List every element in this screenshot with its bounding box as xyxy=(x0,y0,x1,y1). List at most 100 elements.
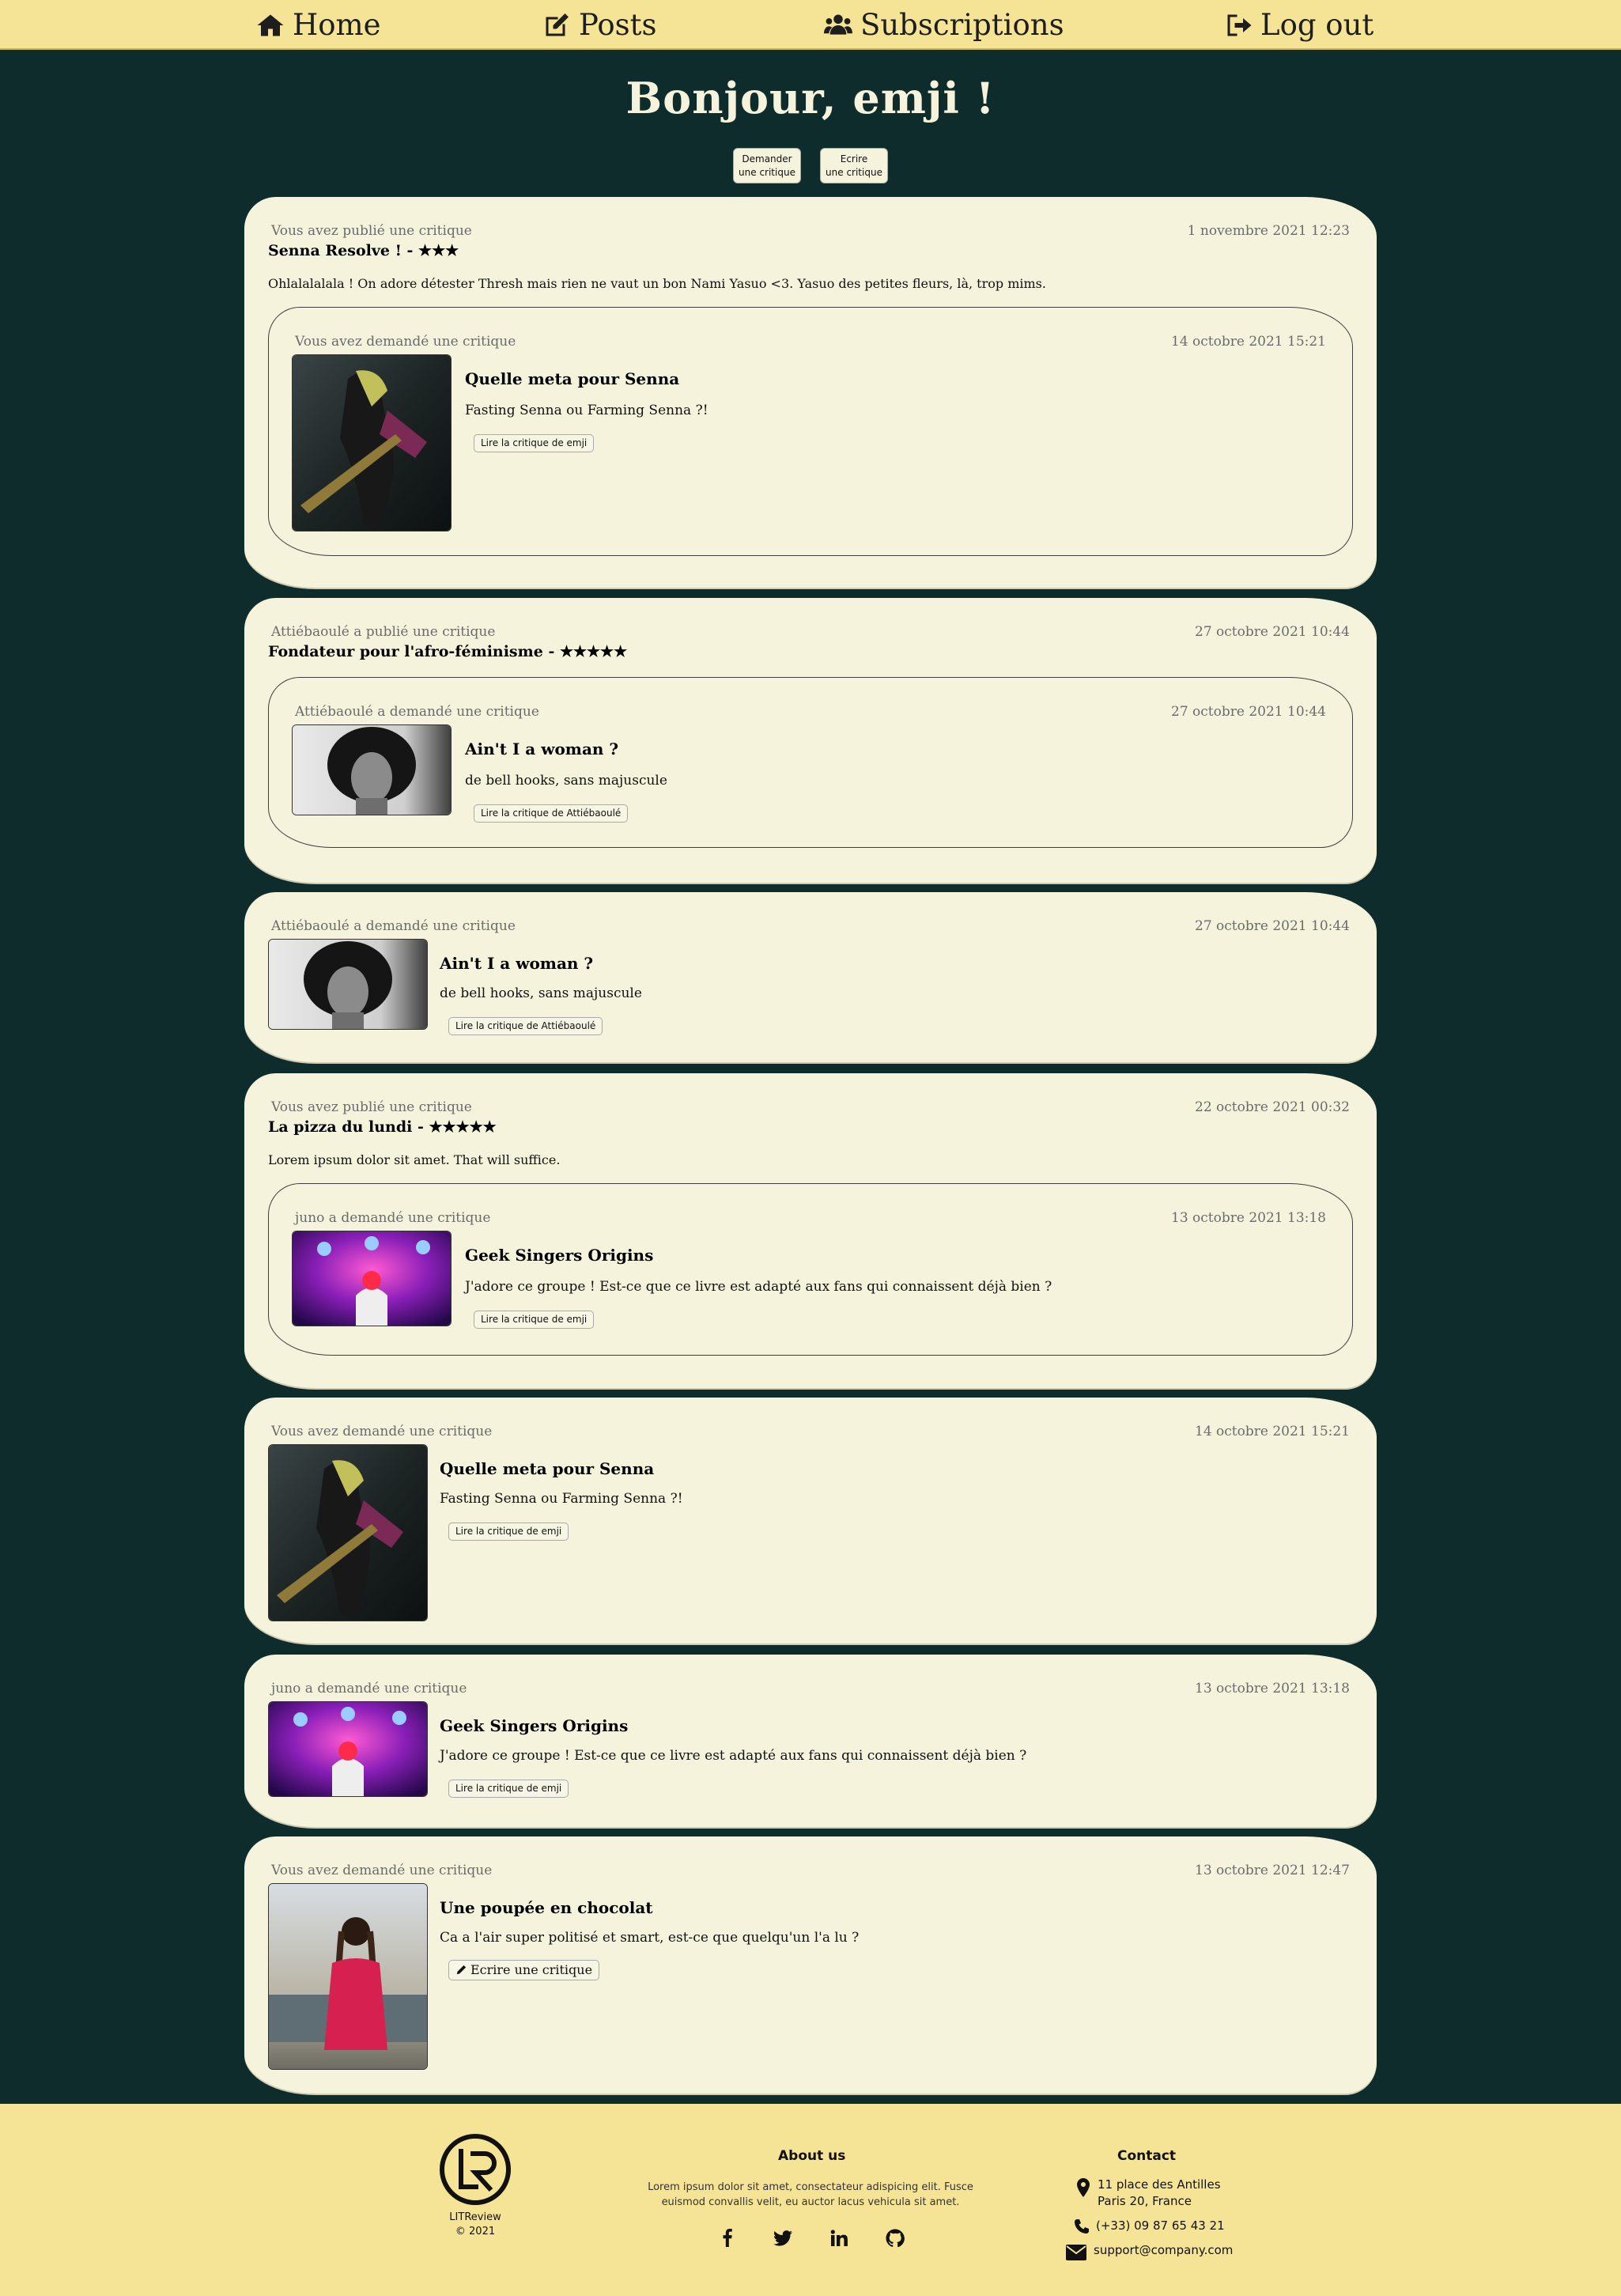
ticket-cover-image xyxy=(292,1231,452,1326)
post-author-line: Vous avez demandé une critique xyxy=(271,1863,493,1878)
ticket-post-7: Vous avez demandé une critique 13 octobr… xyxy=(244,1836,1377,2094)
pencil-icon xyxy=(456,1965,467,1975)
ticket-post-6: juno a demandé une critique 13 octobre 2… xyxy=(244,1655,1377,1827)
nav-logout-link[interactable]: Log out xyxy=(1224,0,1374,50)
request-line1: Demander xyxy=(742,153,792,165)
about-line-1: Lorem ipsum dolor sit amet, consectateur… xyxy=(648,2181,973,2193)
envelope-icon xyxy=(1066,2245,1086,2260)
rating-stars: ★★★★★ xyxy=(429,1118,497,1136)
twitter-icon[interactable] xyxy=(773,2230,792,2246)
nav-home-label: Home xyxy=(293,8,381,42)
litreview-logo xyxy=(440,2134,511,2205)
post-author-line: Vous avez publié une critique xyxy=(271,223,472,239)
phone-icon xyxy=(1075,2219,1089,2234)
ticket-title: Quelle meta pour Senna xyxy=(440,1459,655,1478)
write-line1: Ecrire xyxy=(840,153,868,165)
request-review-button[interactable]: Demander une critique xyxy=(733,148,801,183)
ticket-box: Vous avez demandé une critique 14 octobr… xyxy=(268,307,1353,556)
ticket-date: 27 octobre 2021 10:44 xyxy=(1171,704,1326,720)
footer: LITReview © 2021 About us Lorem ipsum do… xyxy=(0,2104,1621,2296)
ticket-cover-image xyxy=(268,1701,428,1797)
ticket-cover-image xyxy=(268,1444,428,1621)
sign-out-icon xyxy=(1227,14,1252,36)
ticket-title: Quelle meta pour Senna xyxy=(465,369,680,388)
read-review-button[interactable]: Lire la critique de Attiébaoulé xyxy=(448,1017,603,1035)
ticket-title: Geek Singers Origins xyxy=(465,1246,654,1265)
nav-posts-label: Posts xyxy=(579,8,657,42)
ticket-description: Fasting Senna ou Farming Senna ?! xyxy=(465,403,708,418)
map-marker-icon xyxy=(1077,2178,1090,2197)
nav-posts-link[interactable]: Posts xyxy=(542,0,657,50)
ticket-cover-image xyxy=(268,1883,428,2070)
ticket-description: Ca a l'air super politisé et smart, est-… xyxy=(440,1930,860,1946)
review-body: Lorem ipsum dolor sit amet. That will su… xyxy=(268,1152,561,1167)
post-author-line: Vous avez publié une critique xyxy=(271,1099,472,1115)
read-review-button[interactable]: Lire la critique de emji xyxy=(448,1522,569,1541)
review-post-1: Vous avez publié une critique 1 novembre… xyxy=(244,197,1377,588)
post-date: 22 octobre 2021 00:32 xyxy=(1195,1099,1350,1115)
review-headline: Fondateur pour l'afro-féminisme - ★★★★★ xyxy=(268,643,627,660)
ticket-date: 13 octobre 2021 13:18 xyxy=(1171,1210,1326,1226)
facebook-icon[interactable] xyxy=(722,2228,733,2247)
ticket-author-line: Vous avez demandé une critique xyxy=(295,334,516,350)
review-headline: La pizza du lundi - ★★★★★ xyxy=(268,1118,497,1136)
users-icon xyxy=(824,14,852,35)
post-date: 1 novembre 2021 12:23 xyxy=(1187,223,1350,239)
ticket-cover-image xyxy=(292,724,452,815)
review-post-4: Vous avez publié une critique 22 octobre… xyxy=(244,1073,1377,1388)
ticket-post-5: Vous avez demandé une critique 14 octobr… xyxy=(244,1398,1377,1644)
phone-number: (+33) 09 87 65 43 21 xyxy=(1096,2218,1225,2233)
write-line2: une critique xyxy=(826,166,882,178)
footer-brand: LITReview xyxy=(449,2211,501,2223)
post-date: 13 octobre 2021 13:18 xyxy=(1195,1681,1350,1696)
nav-home-link[interactable]: Home xyxy=(256,0,381,50)
review-headline-text: Senna Resolve ! - xyxy=(268,242,414,259)
top-navbar: Home Posts Subscriptions Log out xyxy=(0,0,1621,50)
ticket-title: Une poupée en chocolat xyxy=(440,1898,653,1917)
review-headline: Senna Resolve ! - ★★★ xyxy=(268,242,459,259)
review-body: Ohlalalalala ! On adore détester Thresh … xyxy=(268,276,1046,291)
read-review-button[interactable]: Lire la critique de emji xyxy=(448,1780,569,1798)
nav-logout-label: Log out xyxy=(1260,8,1374,42)
ticket-cover-image xyxy=(268,939,428,1030)
edit-icon xyxy=(546,13,569,36)
nav-subscriptions-link[interactable]: Subscriptions xyxy=(824,0,1064,50)
ticket-title: Geek Singers Origins xyxy=(440,1716,629,1735)
write-review-button[interactable]: Ecrire une critique xyxy=(820,148,888,183)
ticket-box: Attiébaoulé a demandé une critique 27 oc… xyxy=(268,677,1353,848)
about-title: About us xyxy=(778,2148,846,2164)
read-review-button[interactable]: Lire la critique de Attiébaoulé xyxy=(474,804,629,823)
post-author-line: Vous avez demandé une critique xyxy=(271,1424,493,1439)
linkedin-icon[interactable] xyxy=(830,2230,848,2247)
write-review-button[interactable]: Ecrire une critique xyxy=(448,1960,600,1980)
ticket-date: 14 octobre 2021 15:21 xyxy=(1171,334,1326,350)
support-email[interactable]: support@company.com xyxy=(1094,2242,1233,2258)
rating-stars: ★★★ xyxy=(418,242,459,259)
about-line-2: euismod convallis velit, eu auctor lacus… xyxy=(661,2196,960,2208)
post-date: 27 octobre 2021 10:44 xyxy=(1195,918,1350,934)
home-icon xyxy=(257,14,284,36)
read-review-button[interactable]: Lire la critique de emji xyxy=(474,434,595,452)
contact-title: Contact xyxy=(1117,2148,1177,2164)
post-date: 13 octobre 2021 12:47 xyxy=(1195,1863,1350,1878)
ticket-cover-image xyxy=(292,354,452,531)
ticket-description: J'adore ce groupe ! Est-ce que ce livre … xyxy=(465,1279,1052,1295)
post-author-line: Attiébaoulé a publié une critique xyxy=(271,624,496,640)
ticket-author-line: juno a demandé une critique xyxy=(295,1210,491,1226)
github-icon[interactable] xyxy=(886,2229,905,2248)
review-post-2: Attiébaoulé a publié une critique 27 oct… xyxy=(244,598,1377,883)
ticket-description: de bell hooks, sans majuscule xyxy=(440,985,642,1001)
ticket-description: J'adore ce groupe ! Est-ce que ce livre … xyxy=(440,1748,1027,1764)
post-author-line: juno a demandé une critique xyxy=(271,1681,467,1696)
post-date: 14 octobre 2021 15:21 xyxy=(1195,1424,1350,1439)
post-date: 27 octobre 2021 10:44 xyxy=(1195,624,1350,640)
nav-subscriptions-label: Subscriptions xyxy=(860,8,1064,42)
address-line-1: 11 place des Antilles xyxy=(1098,2177,1221,2192)
ticket-author-line: Attiébaoulé a demandé une critique xyxy=(295,704,539,720)
ticket-description: Fasting Senna ou Farming Senna ?! xyxy=(440,1491,683,1507)
write-review-label: Ecrire une critique xyxy=(470,1962,593,1977)
footer-copyright: © 2021 xyxy=(455,2226,496,2237)
request-line2: une critique xyxy=(739,166,795,178)
read-review-button[interactable]: Lire la critique de emji xyxy=(474,1311,595,1329)
ticket-post-3: Attiébaoulé a demandé une critique 27 oc… xyxy=(244,892,1377,1062)
